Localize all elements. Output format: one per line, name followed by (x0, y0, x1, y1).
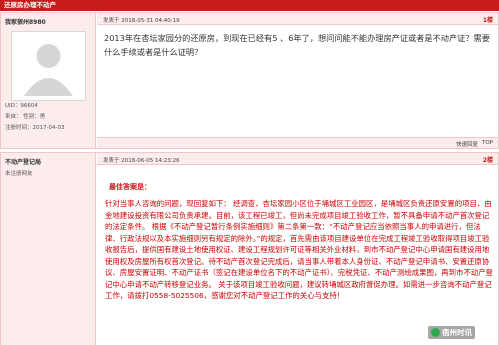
post-footer: 快速回复 TOP (97, 137, 498, 148)
post-time: 发表于 2018-05-31 04:40:19 (103, 18, 180, 24)
floor-number: 2楼 (482, 157, 493, 164)
watermark: 宿州时讯 (428, 326, 475, 339)
wechat-icon (431, 328, 440, 337)
post-content: 2013年在杏坛家园分的还原房，到现在已经有5 、6年了，想问问能不能办理房产证… (104, 33, 490, 57)
post-header: 发表于 2018-06-05 14:23:26 2楼 (97, 153, 498, 165)
author-panel: 不动产登记局 未注册网友 (1, 153, 96, 345)
post-2: 不动产登记局 未注册网友 发表于 2018-06-05 14:23:26 2楼 … (0, 152, 499, 345)
quick-reply-link[interactable]: 快速回复 (456, 140, 478, 148)
author-panel: 我家宿州8980 UID：96604 来自： 性别：男 注册时间：2017-04… (1, 13, 96, 148)
post-time: 发表于 2018-06-05 14:23:26 (103, 158, 180, 164)
thread-title: 还原房办理不动产 (4, 1, 56, 9)
post-content: 针对当事人咨询的问题，现回复如下： 经调查，杏坛家园小区位于埇城区工业园区，是埇… (105, 199, 494, 301)
avatar[interactable] (11, 31, 86, 101)
watermark-text: 宿州时讯 (442, 328, 472, 337)
author-status: 未注册网友 (5, 171, 33, 177)
floor-number: 1楼 (482, 17, 493, 24)
best-answer-label: 最佳答案是： (109, 183, 151, 191)
post-1: 我家宿州8980 UID：96604 来自： 性别：男 注册时间：2017-04… (0, 12, 499, 149)
back-to-top-link[interactable]: TOP (482, 140, 493, 146)
post-header: 发表于 2018-05-31 04:40:19 1楼 (97, 13, 498, 25)
author-name[interactable]: 不动产登记局 (5, 157, 41, 166)
author-origin: 来自： 性别：男 (5, 114, 46, 120)
default-avatar-icon (12, 32, 85, 100)
author-uid: UID：96604 (5, 103, 38, 109)
author-name[interactable]: 我家宿州8980 (5, 17, 46, 26)
author-register-date: 注册时间：2017-04-03 (5, 125, 65, 131)
thread-title-bar: 还原房办理不动产 (0, 0, 499, 11)
